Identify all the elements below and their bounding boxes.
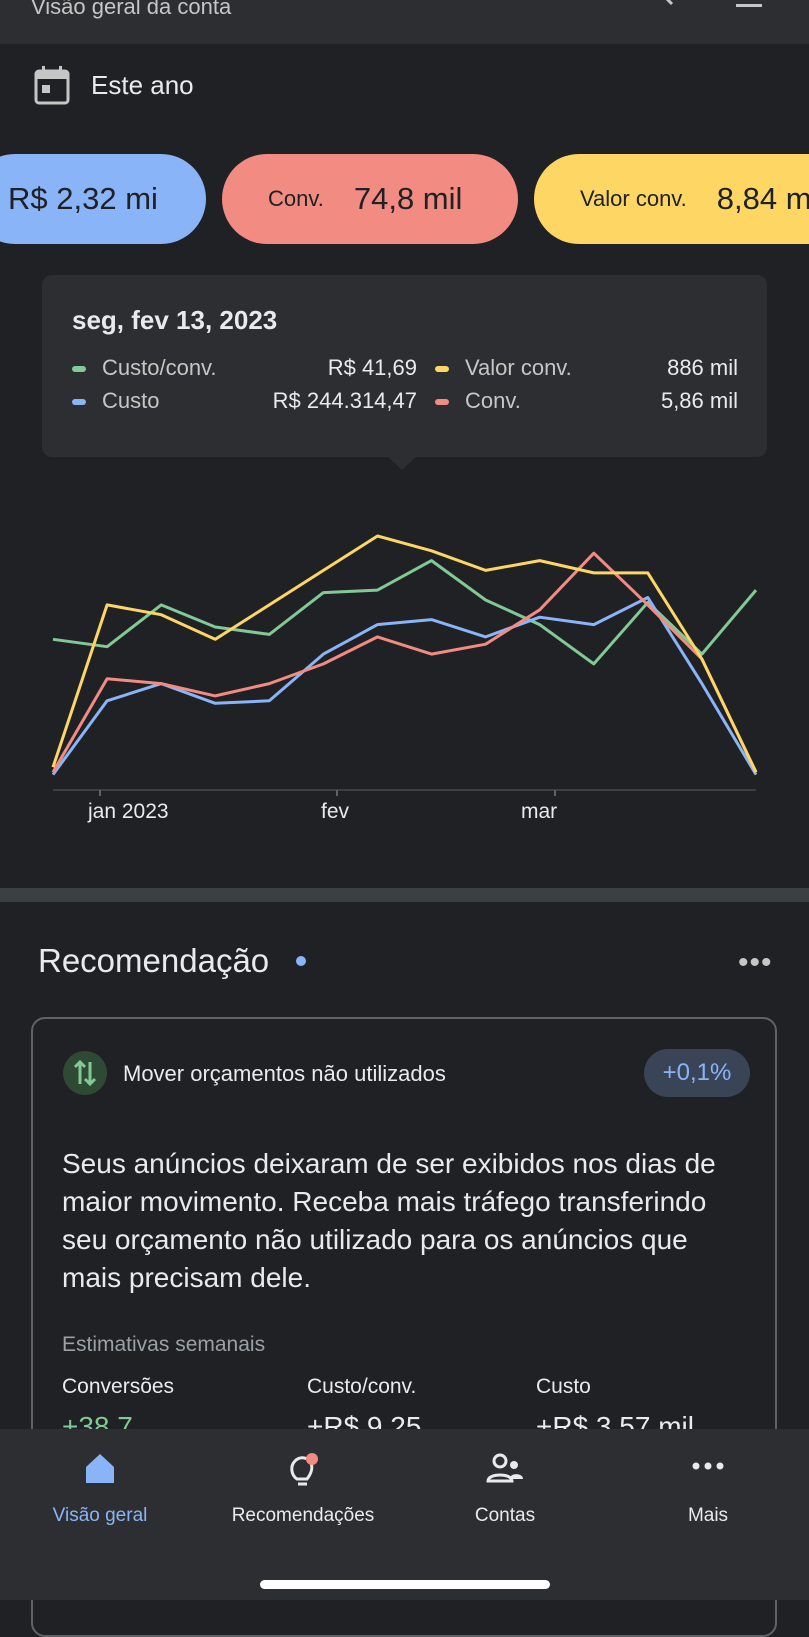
metric-chip-value: 74,8 mil [353,181,463,216]
metric-chip-conversions[interactable]: Conv. 74,8 mil [222,154,518,244]
date-range-label: Este ano [91,70,194,100]
metric-chip-label: Conv. [268,186,324,211]
more-options-icon[interactable]: ••• [738,946,773,980]
lightbulb-icon [290,1453,318,1486]
chart-tooltip: seg, fev 13, 2023 Custo/conv. R$ 41,69 C… [42,275,767,470]
metric-chip-value: R$ 2,32 mi [8,181,158,216]
metric-label-conversions: Conversões [62,1375,175,1398]
home-icon [86,1454,114,1483]
metric-chips: R$ 2,32 mi Conv. 74,8 mil Valor conv. 8,… [0,154,809,246]
home-indicator [260,1580,550,1589]
nav-label: Mais [687,1505,729,1526]
nav-label: Recomendações [231,1505,375,1526]
performance-line-chart[interactable]: jan 2023 fev mar [0,480,809,830]
legend-swatch [435,366,449,373]
metric-label-cost-per-conv: Custo/conv. [307,1375,417,1398]
tooltip-row-conversions: Conv. 5,86 mil [435,388,738,414]
metric-label-cost: Custo [536,1375,591,1398]
budget-transfer-icon [63,1051,107,1095]
accounts-icon [486,1453,523,1483]
nav-item-overview[interactable]: Visão geral [0,1429,200,1539]
tooltip-value: 886 mil [667,355,738,380]
tooltip-value: 5,86 mil [660,388,738,413]
tooltip-date: seg, fev 13, 2023 [72,305,278,335]
series-line-valor-conv [51,534,758,773]
bottom-navigation: Visão geral Recomendações Contas Mais [0,1429,809,1600]
page-title: Visão geral da conta [31,0,232,19]
tooltip-label: Custo/conv. [102,355,217,380]
notifications-icon[interactable] [732,0,766,12]
section-divider [0,888,809,902]
metric-chip-cost[interactable]: R$ 2,32 mi [0,154,206,244]
legend-swatch [72,399,86,406]
calendar-icon [34,66,70,105]
recommendation-card-body: Seus anúncios deixaram de ser exibidos n… [62,1148,716,1293]
series-line-conv [51,551,758,773]
search-icon[interactable] [650,0,680,12]
nav-label: Visão geral [52,1505,148,1526]
series-line-custo [51,596,758,776]
tooltip-value: R$ 41,69 [327,355,417,380]
tooltip-row-conv-value: Valor conv. 886 mil [435,355,738,381]
improvement-badge: +0,1% [644,1049,750,1097]
more-icon [692,1462,724,1470]
x-tick-label: mar [521,800,557,823]
nav-item-recommendations[interactable]: Recomendações [203,1429,403,1539]
date-range-selector[interactable]: Este ano [0,44,809,124]
nav-item-more[interactable]: Mais [608,1429,808,1539]
weekly-estimates-label: Estimativas semanais [62,1333,266,1356]
recommendation-heading: Recomendação [38,942,270,979]
tooltip-row-cost-per-conv: Custo/conv. R$ 41,69 [72,355,417,381]
tooltip-value: R$ 244.314,47 [272,388,417,413]
tooltip-label: Custo [102,388,160,413]
legend-swatch [435,399,449,406]
unread-dot-icon [296,956,306,966]
nav-item-accounts[interactable]: Contas [405,1429,605,1539]
metric-chip-value: 8,84 mi [716,181,809,216]
tooltip-row-cost: Custo R$ 244.314,47 [72,388,417,414]
legend-swatch [72,366,86,373]
x-tick-label: jan 2023 [87,800,169,823]
metric-chip-conversion-value[interactable]: Valor conv. 8,84 mi [534,154,809,244]
app-bar: Visão geral da conta [0,0,809,44]
nav-label: Contas [474,1505,536,1526]
tooltip-label: Valor conv. [465,355,572,380]
tooltip-label: Conv. [465,388,521,413]
metric-chip-label: Valor conv. [580,186,687,211]
x-tick-label: fev [321,800,350,823]
recommendation-card-title: Mover orçamentos não utilizados [123,1061,446,1086]
tooltip-pointer [386,455,418,470]
